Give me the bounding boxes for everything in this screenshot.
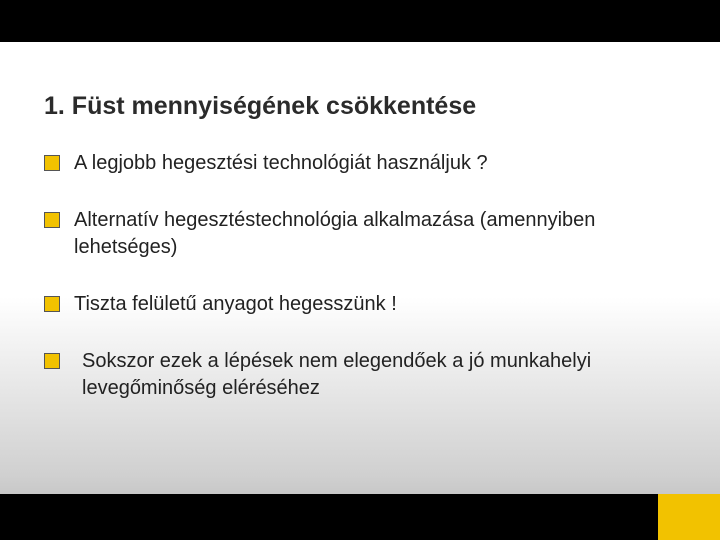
list-item-text: Sokszor ezek a lépések nem elegendőek a …	[74, 348, 670, 402]
list-item: A legjobb hegesztési technológiát haszná…	[44, 150, 670, 177]
bullet-list: A legjobb hegesztési technológiát haszná…	[44, 150, 670, 432]
square-bullet-icon	[44, 353, 60, 369]
list-item-text: Tiszta felületű anyagot hegesszünk !	[74, 291, 670, 318]
top-bar	[0, 0, 720, 42]
list-item: Alternatív hegesztéstechnológia alkalmaz…	[44, 207, 670, 261]
square-bullet-icon	[44, 296, 60, 312]
list-item-text: Alternatív hegesztéstechnológia alkalmaz…	[74, 207, 670, 261]
bottom-bar	[0, 494, 720, 540]
accent-block	[658, 494, 720, 540]
list-item: Sokszor ezek a lépések nem elegendőek a …	[44, 348, 670, 402]
list-item: Tiszta felületű anyagot hegesszünk !	[44, 291, 670, 318]
square-bullet-icon	[44, 212, 60, 228]
slide: 1. Füst mennyiségének csökkentése A legj…	[0, 0, 720, 540]
list-item-text: A legjobb hegesztési technológiát haszná…	[74, 150, 670, 177]
slide-title: 1. Füst mennyiségének csökkentése	[44, 92, 476, 121]
square-bullet-icon	[44, 155, 60, 171]
